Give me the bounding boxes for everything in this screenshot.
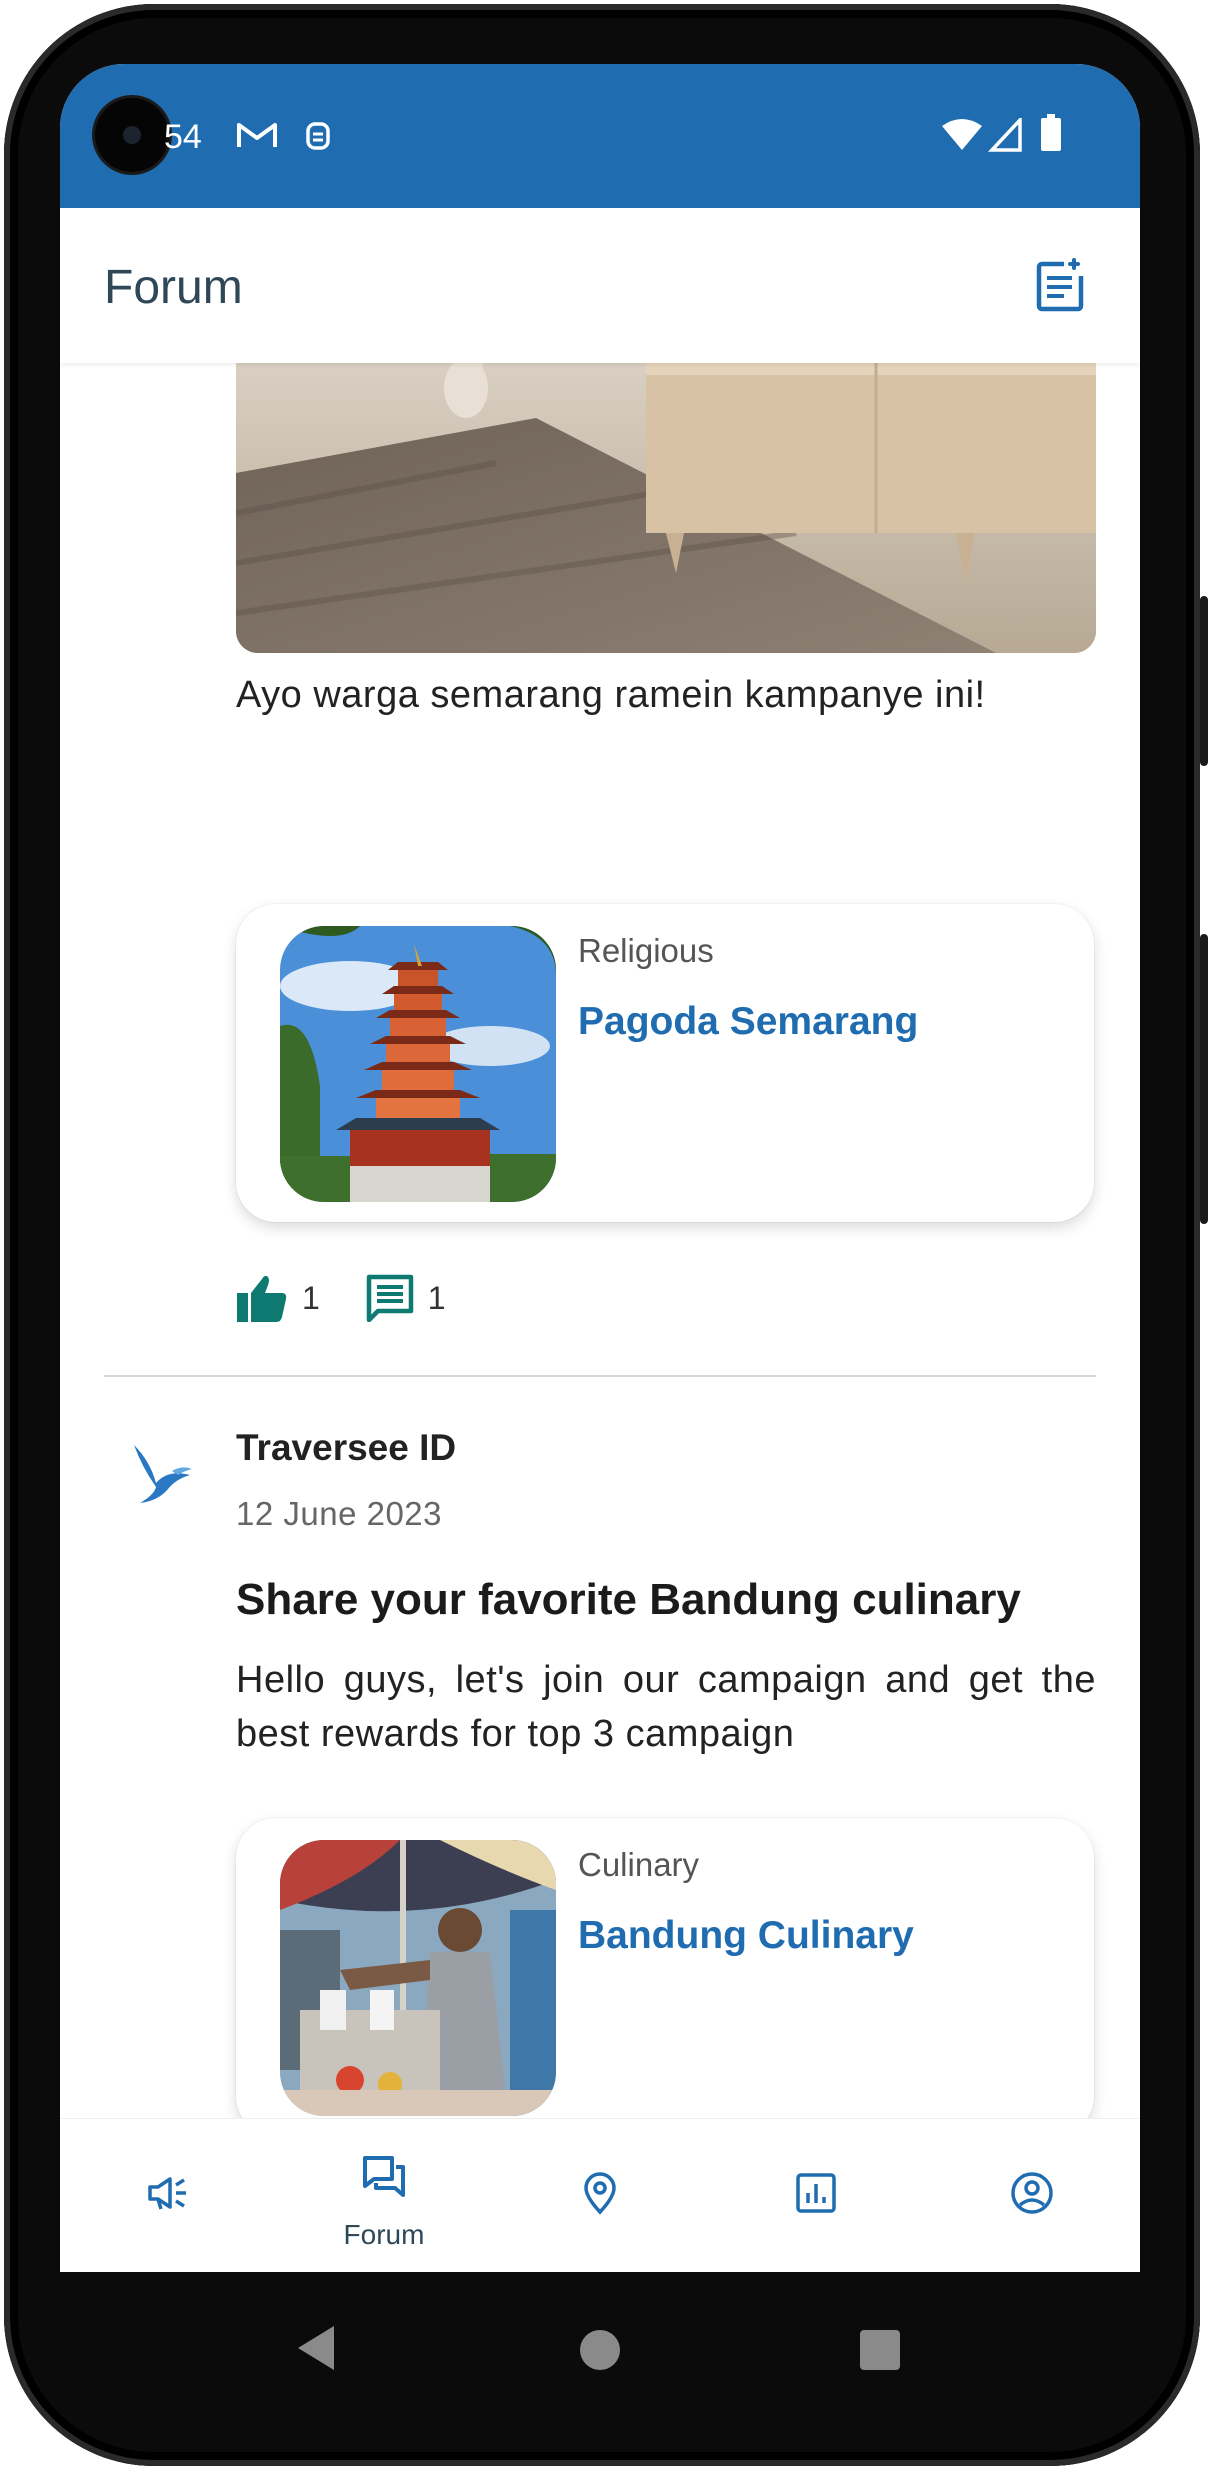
nav-leaderboard[interactable] bbox=[708, 2119, 924, 2272]
camera-cutout bbox=[95, 98, 169, 172]
nav-location[interactable] bbox=[492, 2119, 708, 2272]
post-date: 12 June 2023 bbox=[236, 1495, 443, 1532]
recents-icon[interactable] bbox=[858, 2328, 902, 2372]
nav-forum[interactable]: Forum bbox=[276, 2119, 492, 2272]
post-divider bbox=[104, 1375, 1096, 1377]
comment-count: 1 bbox=[427, 1279, 446, 1316]
status-time: 54 bbox=[164, 118, 202, 156]
pagoda-image bbox=[280, 926, 556, 1202]
notification-icon bbox=[306, 122, 330, 150]
profile-icon bbox=[1011, 2172, 1053, 2214]
post-body: Hello guys, let's join our campaign and … bbox=[236, 1659, 1096, 1755]
author-name[interactable]: Traversee ID bbox=[236, 1427, 456, 1469]
post-image[interactable] bbox=[236, 363, 1096, 653]
leaderboard-icon bbox=[796, 2173, 836, 2213]
bottom-navigation: Forum bbox=[60, 2118, 1140, 2272]
place-category: Religious bbox=[578, 932, 714, 969]
post-title: Share your favorite Bandung culinary bbox=[236, 1575, 1021, 1624]
thumbs-up-icon bbox=[237, 1275, 287, 1322]
forum-feed[interactable]: Ayo warga semarang ramein kampanye ini! bbox=[60, 363, 1140, 2181]
traversee-logo-icon bbox=[134, 1445, 192, 1503]
like-button[interactable]: 1 bbox=[236, 1273, 320, 1323]
wifi-icon bbox=[942, 119, 982, 150]
volume-button bbox=[1200, 934, 1208, 1224]
comment-icon bbox=[366, 1274, 414, 1322]
place-category: Culinary bbox=[578, 1846, 700, 1883]
forum-icon bbox=[363, 2156, 405, 2197]
power-button bbox=[1200, 596, 1208, 766]
phone-frame: 54 Forum Ayo warga semarang ramein kampa… bbox=[0, 0, 1211, 2474]
app-bar: Forum bbox=[60, 208, 1140, 363]
new-post-icon[interactable] bbox=[1034, 254, 1094, 314]
nav-label: Forum bbox=[343, 2219, 425, 2250]
room-photo bbox=[236, 363, 1096, 653]
post-actions: 1 1 bbox=[236, 1273, 446, 1323]
screen: 54 Forum Ayo warga semarang ramein kampa… bbox=[60, 64, 1140, 2272]
culinary-image bbox=[280, 1840, 556, 2116]
page-title: Forum bbox=[104, 261, 243, 314]
battery-icon bbox=[1041, 114, 1061, 151]
place-thumbnail bbox=[280, 926, 556, 1202]
nav-campaign[interactable] bbox=[60, 2119, 276, 2272]
place-name[interactable]: Bandung Culinary bbox=[578, 1914, 914, 1958]
campaign-icon bbox=[148, 2177, 186, 2210]
place-card[interactable]: Culinary Bandung Culinary bbox=[236, 1818, 1094, 2136]
like-count: 1 bbox=[302, 1279, 320, 1316]
system-navigation-bar bbox=[60, 2272, 1140, 2422]
place-card[interactable]: Religious Pagoda Semarang bbox=[236, 904, 1094, 1222]
comment-button[interactable]: 1 bbox=[366, 1274, 446, 1322]
place-thumbnail bbox=[280, 1840, 556, 2116]
post-body: Ayo warga semarang ramein kampanye ini! bbox=[236, 674, 986, 716]
place-name[interactable]: Pagoda Semarang bbox=[578, 1000, 918, 1044]
cell-signal-icon bbox=[988, 118, 1022, 152]
back-icon[interactable] bbox=[294, 2324, 338, 2372]
gmail-icon bbox=[237, 123, 277, 147]
location-icon bbox=[584, 2172, 616, 2215]
status-bar: 54 bbox=[60, 64, 1140, 208]
nav-profile[interactable] bbox=[924, 2119, 1140, 2272]
home-icon[interactable] bbox=[578, 2328, 622, 2372]
